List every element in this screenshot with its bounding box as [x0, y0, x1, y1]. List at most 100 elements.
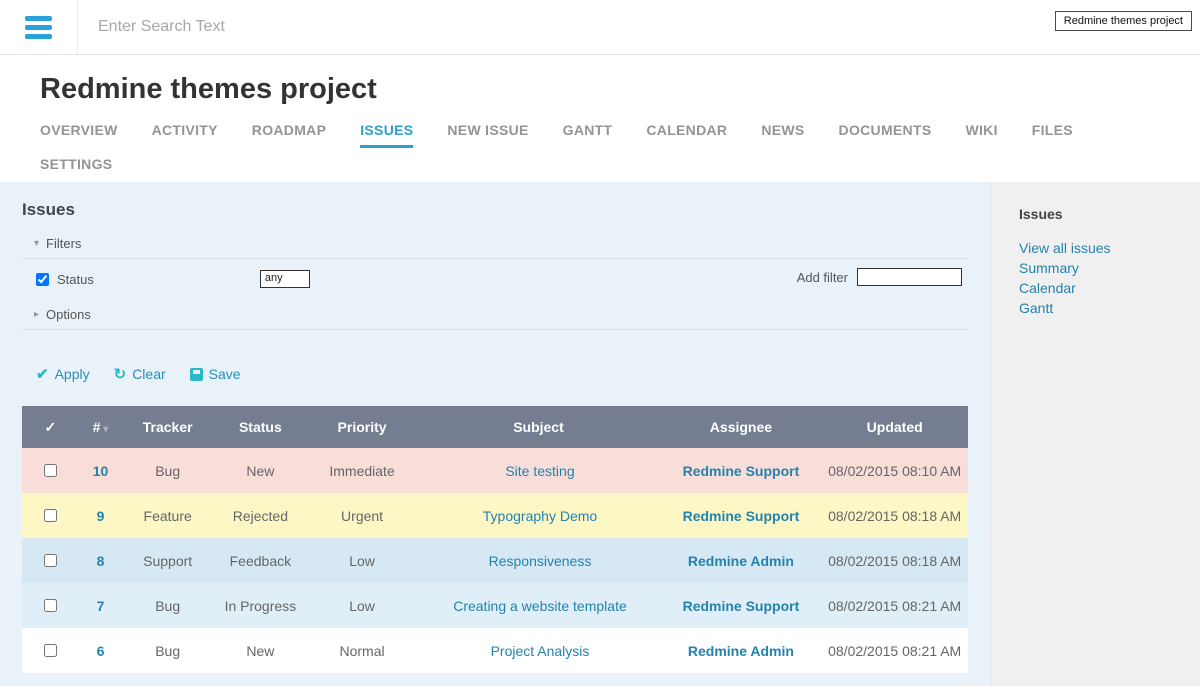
tab-overview[interactable]: OVERVIEW	[40, 114, 118, 148]
row-checkbox-6[interactable]	[44, 644, 57, 657]
triangle-right-icon: ▸	[34, 309, 39, 320]
status-filter-label: Status	[57, 272, 94, 287]
sidebar: Issues View all issuesSummaryCalendarGan…	[990, 182, 1200, 686]
issue-status: New	[213, 448, 308, 493]
status-filter-checkbox[interactable]	[36, 273, 49, 286]
check-icon: ✔	[36, 367, 49, 382]
tab-calendar[interactable]: CALENDAR	[646, 114, 727, 148]
issue-tracker: Feature	[122, 493, 213, 538]
issue-id-link[interactable]: 8	[97, 553, 105, 569]
column-header-priority[interactable]: Priority	[308, 406, 417, 448]
issue-row-10: 10BugNewImmediateSite testingRedmine Sup…	[22, 448, 968, 493]
sidebar-link-summary[interactable]: Summary	[1019, 258, 1200, 278]
project-tabs: OVERVIEW ACTIVITY ROADMAP ISSUES NEW ISSUE GA…	[40, 114, 1150, 182]
issue-status: In Progress	[213, 583, 308, 628]
row-checkbox-10[interactable]	[44, 464, 57, 477]
issue-subject-link[interactable]: Project Analysis	[491, 643, 590, 659]
filters-toggle[interactable]: ▾ Filters	[22, 230, 968, 259]
issue-priority: Urgent	[308, 493, 417, 538]
clear-button[interactable]: ↻ Clear	[114, 366, 166, 382]
tab-wiki[interactable]: WIKI	[965, 114, 997, 148]
tab-settings[interactable]: SETTINGS	[40, 148, 112, 182]
apply-label: Apply	[55, 366, 90, 382]
tab-documents[interactable]: DOCUMENTS	[839, 114, 932, 148]
add-filter-select[interactable]	[857, 268, 962, 286]
sidebar-links: View all issuesSummaryCalendarGantt	[1019, 238, 1200, 318]
issue-row-7: 7BugIn ProgressLowCreating a website tem…	[22, 583, 968, 628]
hamburger-icon	[25, 16, 52, 39]
issue-subject-link[interactable]: Responsiveness	[489, 553, 592, 569]
issues-heading: Issues	[22, 200, 968, 220]
project-select[interactable]: Redmine themes project	[1055, 11, 1192, 31]
page-title: Redmine themes project	[40, 73, 1160, 106]
issue-subject-link[interactable]: Creating a website template	[453, 598, 627, 614]
column-header-status[interactable]: Status	[213, 406, 308, 448]
issue-assignee-link[interactable]: Redmine Admin	[688, 643, 794, 659]
issue-status: Rejected	[213, 493, 308, 538]
issue-status: New	[213, 628, 308, 673]
add-filter: Add filter	[797, 268, 962, 286]
sidebar-link-gantt[interactable]: Gantt	[1019, 298, 1200, 318]
save-button[interactable]: Save	[190, 366, 241, 382]
tab-issues[interactable]: ISSUES	[360, 114, 413, 148]
issue-subject-link[interactable]: Typography Demo	[483, 508, 597, 524]
column-header-select[interactable]: ✓	[22, 406, 79, 448]
issue-updated: 08/02/2015 08:21 AM	[821, 628, 968, 673]
tab-activity[interactable]: ACTIVITY	[152, 114, 218, 148]
column-header-tracker[interactable]: Tracker	[122, 406, 213, 448]
column-header-assignee[interactable]: Assignee	[661, 406, 822, 448]
topbar: Redmine themes project	[0, 0, 1200, 55]
issues-table-head-row: ✓# ▾TrackerStatusPrioritySubjectAssignee…	[22, 406, 968, 448]
issue-tracker: Bug	[122, 628, 213, 673]
issue-priority: Low	[308, 583, 417, 628]
options-toggle[interactable]: ▸ Options	[22, 301, 968, 330]
issue-assignee-link[interactable]: Redmine Support	[683, 598, 800, 614]
issue-row-6: 6BugNewNormalProject AnalysisRedmine Adm…	[22, 628, 968, 673]
search-input[interactable]	[96, 17, 516, 37]
issue-assignee-link[interactable]: Redmine Support	[683, 463, 800, 479]
options-label: Options	[46, 307, 91, 322]
sidebar-link-view-all-issues[interactable]: View all issues	[1019, 238, 1200, 258]
issue-priority: Low	[308, 538, 417, 583]
main-panel: Issues ▾ Filters Status any Add filter ▸…	[0, 182, 990, 686]
tab-new-issue[interactable]: NEW ISSUE	[447, 114, 528, 148]
issue-assignee-link[interactable]: Redmine Support	[683, 508, 800, 524]
issue-row-9: 9 FeatureRejectedUrgent Typography Demo Red…	[22, 493, 968, 538]
tab-roadmap[interactable]: ROADMAP	[252, 114, 326, 148]
issue-subject-link[interactable]: Site testing	[505, 463, 574, 479]
issue-id-link[interactable]: 10	[93, 463, 109, 479]
sort-desc-icon: ▾	[101, 424, 109, 435]
add-filter-label: Add filter	[797, 270, 848, 285]
issue-updated: 08/02/2015 08:21 AM	[821, 583, 968, 628]
row-checkbox-7[interactable]	[44, 599, 57, 612]
apply-button[interactable]: ✔ Apply	[36, 366, 90, 382]
issues-table: ✓# ▾TrackerStatusPrioritySubjectAssignee…	[22, 406, 968, 673]
menu-toggle-button[interactable]	[0, 0, 78, 54]
save-icon	[190, 368, 203, 381]
issue-id-link[interactable]: 9	[97, 508, 105, 524]
row-checkbox-9[interactable]	[44, 509, 57, 522]
issue-updated: 08/02/2015 08:18 AM	[821, 538, 968, 583]
issue-tracker: Bug	[122, 448, 213, 493]
issue-tracker: Support	[122, 538, 213, 583]
issue-updated: 08/02/2015 08:18 AM	[821, 493, 968, 538]
project-header: Redmine themes project OVERVIEW ACTIVITY R…	[0, 55, 1200, 182]
tab-files[interactable]: FILES	[1032, 114, 1073, 148]
status-filter-select[interactable]: any	[260, 270, 310, 288]
issue-id-link[interactable]: 6	[97, 643, 105, 659]
issues-table-body: 10BugNewImmediateSite testingRedmine Sup…	[22, 448, 968, 673]
filter-actions: ✔ Apply ↻ Clear Save	[36, 366, 968, 382]
issue-assignee-link[interactable]: Redmine Admin	[688, 553, 794, 569]
clear-label: Clear	[132, 366, 165, 382]
row-checkbox-8[interactable]	[44, 554, 57, 567]
issue-row-8: 8SupportFeedbackLowResponsivenessRedmine…	[22, 538, 968, 583]
tab-news[interactable]: NEWS	[761, 114, 804, 148]
column-header-updated[interactable]: Updated	[821, 406, 968, 448]
sidebar-link-calendar[interactable]: Calendar	[1019, 278, 1200, 298]
save-label: Save	[209, 366, 241, 382]
column-header-subject[interactable]: Subject	[416, 406, 660, 448]
issue-id-link[interactable]: 7	[97, 598, 105, 614]
column-header-id[interactable]: # ▾	[79, 406, 123, 448]
tab-gantt[interactable]: GANTT	[563, 114, 613, 148]
refresh-icon: ↻	[114, 367, 127, 382]
